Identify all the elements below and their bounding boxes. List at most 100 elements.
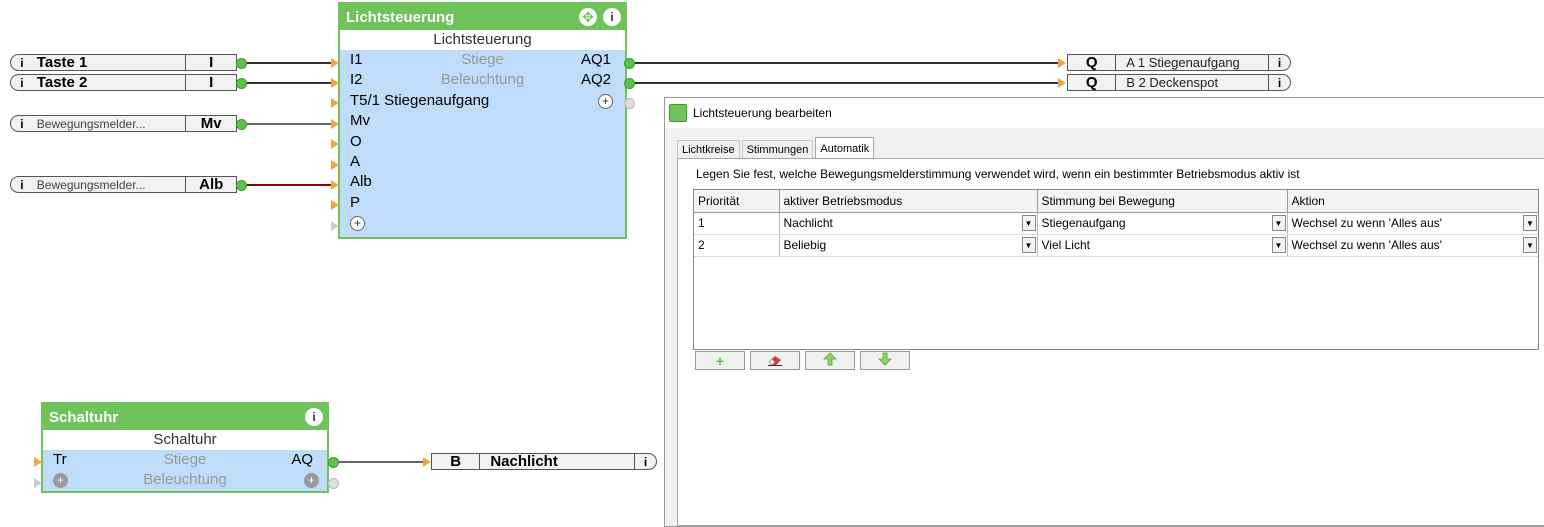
info-icon[interactable]: i <box>11 75 33 90</box>
tab-stimmungen[interactable]: Stimmungen <box>741 140 814 159</box>
block-row: Mv <box>340 111 625 131</box>
output-label: AQ1 <box>580 51 611 68</box>
output-b-nachlicht[interactable]: B Nachlicht i <box>431 453 657 470</box>
add-row-button[interactable]: + <box>695 351 745 370</box>
input-bewegungsmelder-alb[interactable]: i Bewegungsmelder... Alb <box>10 176 237 193</box>
output-a1-stiegenaufgang[interactable]: Q A 1 Stiegenaufgang i <box>1067 54 1291 71</box>
input-taste2[interactable]: i Taste 2 I <box>10 74 237 91</box>
connector-dot[interactable] <box>236 78 247 89</box>
arrow-down-icon <box>878 352 892 369</box>
connector-dot[interactable] <box>236 180 247 191</box>
output-label: AQ2 <box>580 71 611 89</box>
input-connector[interactable] <box>423 457 431 467</box>
input-connector[interactable] <box>331 58 339 68</box>
input-connector[interactable] <box>331 119 339 129</box>
info-icon[interactable]: i <box>305 408 323 426</box>
dropdown-arrow-icon[interactable]: ▼ <box>1523 236 1537 253</box>
output-connector[interactable] <box>624 78 635 89</box>
block-header[interactable]: Lichtsteuerung ✥ i <box>340 4 625 30</box>
dropdown-arrow-icon[interactable]: ▼ <box>1021 214 1036 231</box>
cell-mood[interactable]: Stiegenaufgang ▼ <box>1037 212 1288 235</box>
column-header[interactable]: Priorität <box>694 190 780 213</box>
table-header-row: Priorität aktiver Betriebsmodus Stimmung… <box>694 190 1538 213</box>
output-name: B 2 Deckenspot <box>1115 75 1268 90</box>
input-connector[interactable] <box>1058 58 1066 68</box>
input-connector[interactable] <box>1058 78 1066 88</box>
output-port: Q <box>1085 74 1098 91</box>
dropdown-arrow-icon[interactable]: ▼ <box>1271 214 1286 231</box>
input-connector[interactable] <box>331 160 339 170</box>
lichtsteuerung-block[interactable]: Lichtsteuerung ✥ i Lichtsteuerung I1 Sti… <box>338 2 627 239</box>
input-connector[interactable] <box>331 78 339 88</box>
move-down-button[interactable] <box>860 351 910 370</box>
cell-mode[interactable]: Nachlicht ▼ <box>779 212 1038 235</box>
input-port: Alb <box>199 176 224 193</box>
cell-action[interactable]: Wechsel zu wenn 'Alles aus' ▼ <box>1287 234 1538 257</box>
column-header[interactable]: aktiver Betriebsmodus <box>779 190 1038 213</box>
row-caption: Beleuchtung <box>143 471 227 489</box>
input-label: O <box>350 132 362 150</box>
tab-panel-automatik: Legen Sie fest, welche Bewegungsmelderst… <box>677 158 1544 526</box>
move-icon[interactable]: ✥ <box>579 8 597 26</box>
dropdown-arrow-icon[interactable]: ▼ <box>1021 236 1036 253</box>
block-body: Lichtsteuerung I1 Stiege AQ1 I2 Beleucht… <box>340 30 625 237</box>
info-icon[interactable]: i <box>11 116 33 131</box>
info-icon[interactable]: i <box>1268 75 1290 90</box>
cell-action[interactable]: Wechsel zu wenn 'Alles aus' ▼ <box>1287 212 1538 235</box>
input-connector[interactable] <box>331 200 339 210</box>
block-title: Lichtsteuerung <box>340 30 625 50</box>
block-header[interactable]: Schaltuhr i <box>43 404 327 430</box>
dialog-titlebar[interactable]: Lichtsteuerung bearbeiten <box>665 98 1544 128</box>
cell-priority[interactable]: 1 <box>694 212 780 235</box>
connector-dot[interactable] <box>236 119 247 130</box>
info-icon[interactable]: i <box>11 177 33 192</box>
dropdown-arrow-icon[interactable]: ▼ <box>1271 236 1286 253</box>
block-body: Schaltuhr Tr Stiege AQ + Beleuchtung + <box>43 430 327 491</box>
output-port: B <box>450 453 462 470</box>
output-b2-deckenspot[interactable]: Q B 2 Deckenspot i <box>1067 74 1291 91</box>
output-connector[interactable] <box>624 58 635 69</box>
dropdown-arrow-icon[interactable]: ▼ <box>1523 214 1537 231</box>
connector-dot[interactable] <box>236 58 247 69</box>
plus-icon[interactable]: + <box>598 93 613 109</box>
output-connector[interactable] <box>328 478 339 489</box>
column-header[interactable]: Aktion <box>1287 190 1538 213</box>
table-row[interactable]: 2 Beliebig ▼ Viel Licht ▼ Wechsel zu wenn … <box>694 234 1538 257</box>
cell-mode[interactable]: Beliebig ▼ <box>779 234 1038 257</box>
dialog-title: Lichtsteuerung bearbeiten <box>693 106 832 120</box>
input-name: Bewegungsmelder... <box>33 116 187 131</box>
input-taste1[interactable]: i Taste 1 I <box>10 54 237 71</box>
tab-automatik[interactable]: Automatik <box>815 137 875 159</box>
input-connector[interactable] <box>34 457 42 467</box>
block-row: T5/1 Stiegenaufgang + <box>340 91 625 111</box>
info-icon[interactable]: i <box>11 55 33 70</box>
cell-priority[interactable]: 2 <box>694 234 780 257</box>
input-connector[interactable] <box>331 180 339 190</box>
block-row: P <box>340 193 625 213</box>
input-label: T5/1 Stiegenaufgang <box>350 91 490 109</box>
input-bewegungsmelder-mv[interactable]: i Bewegungsmelder... Mv <box>10 115 237 132</box>
input-connector[interactable] <box>34 478 42 488</box>
block-row: + Beleuchtung + <box>43 470 327 490</box>
input-connector[interactable] <box>331 98 339 108</box>
input-label: A <box>350 152 361 170</box>
info-icon[interactable]: i <box>1268 55 1290 70</box>
cell-value: Beliebig <box>783 238 827 252</box>
info-icon[interactable]: i <box>603 8 621 26</box>
rules-table: Priorität aktiver Betriebsmodus Stimmung… <box>693 189 1539 350</box>
input-connector[interactable] <box>331 139 339 149</box>
plus-icon[interactable]: + <box>350 216 365 232</box>
column-header[interactable]: Stimmung bei Bewegung <box>1037 190 1288 213</box>
input-port: Mv <box>200 115 222 132</box>
table-row[interactable]: 1 Nachlicht ▼ Stiegenaufgang ▼ Wechsel zu … <box>694 212 1538 235</box>
output-connector[interactable] <box>328 457 339 468</box>
output-connector[interactable] <box>624 98 635 109</box>
input-label: Alb <box>350 173 372 191</box>
schaltuhr-block[interactable]: Schaltuhr i Schaltuhr Tr Stiege AQ + Bel… <box>41 402 329 493</box>
tab-lichtkreise[interactable]: Lichtkreise <box>677 140 740 159</box>
cell-mood[interactable]: Viel Licht ▼ <box>1037 234 1288 257</box>
input-connector[interactable] <box>331 221 339 231</box>
info-icon[interactable]: i <box>634 454 656 469</box>
move-up-button[interactable] <box>805 351 855 370</box>
delete-row-button[interactable] <box>750 351 800 370</box>
